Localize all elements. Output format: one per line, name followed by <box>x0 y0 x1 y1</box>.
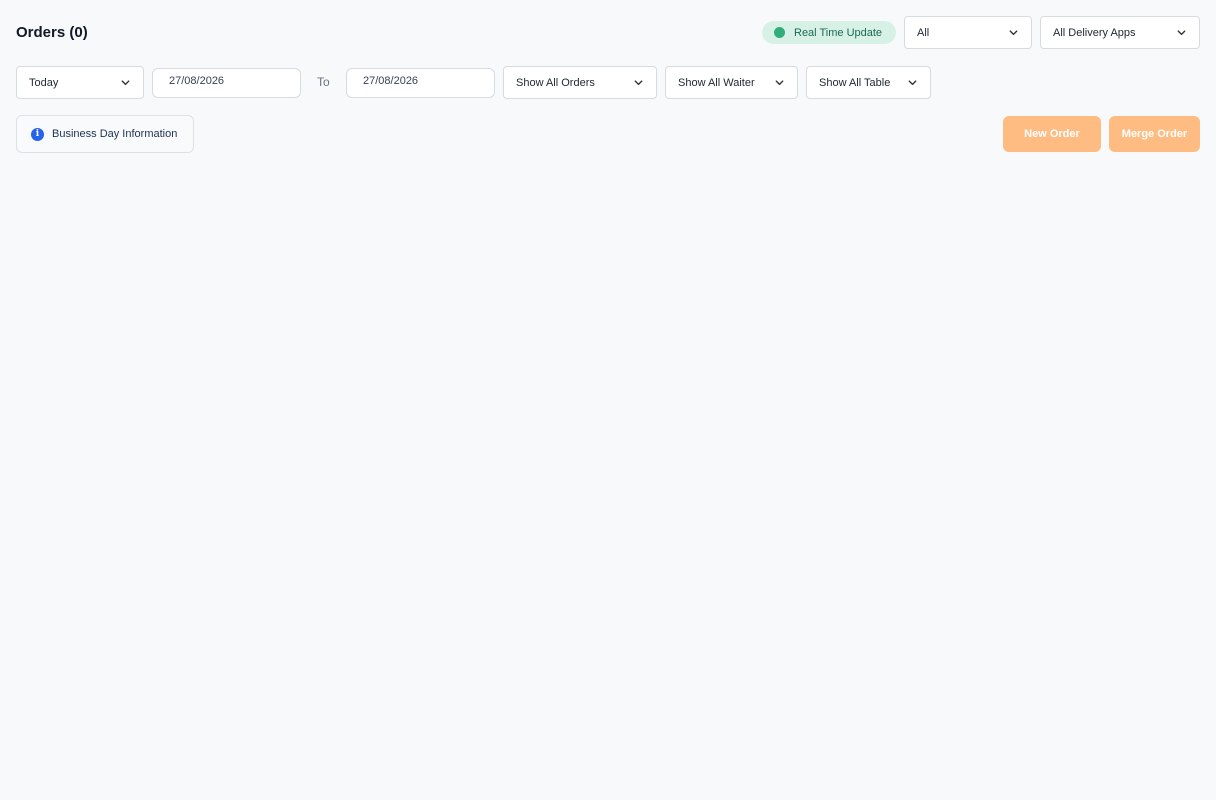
orders-page: Orders (0) Real Time Update All All Deli… <box>0 0 1216 800</box>
date-to-input[interactable] <box>363 75 473 87</box>
status-dot-icon <box>774 27 785 38</box>
status-filter-select[interactable]: All <box>904 16 1032 49</box>
status-filter-value: All <box>917 26 930 39</box>
business-day-info-label: Business Day Information <box>52 128 178 140</box>
table-filter-select[interactable]: Show All Table <box>806 66 931 99</box>
chevron-down-icon <box>908 80 917 86</box>
page-title: Orders (0) <box>16 24 88 41</box>
realtime-update-label: Real Time Update <box>794 26 883 39</box>
business-day-info-button[interactable]: i Business Day Information <box>16 115 194 153</box>
chevron-down-icon <box>121 80 130 86</box>
chevron-down-icon <box>1009 30 1018 36</box>
orders-filter-value: Show All Orders <box>516 76 595 89</box>
waiter-filter-value: Show All Waiter <box>678 76 755 89</box>
chevron-down-icon <box>634 80 643 86</box>
date-from-field[interactable] <box>152 68 301 98</box>
merge-order-button[interactable]: Merge Order <box>1109 116 1200 152</box>
period-value: Today <box>29 76 59 89</box>
new-order-button[interactable]: New Order <box>1003 116 1101 152</box>
delivery-apps-value: All Delivery Apps <box>1053 26 1136 39</box>
period-select[interactable]: Today <box>16 66 144 99</box>
date-range-to-label: To <box>317 75 330 89</box>
date-from-input[interactable] <box>169 75 279 87</box>
delivery-apps-select[interactable]: All Delivery Apps <box>1040 16 1200 49</box>
date-to-field[interactable] <box>346 68 495 98</box>
table-filter-value: Show All Table <box>819 76 891 89</box>
realtime-update-toggle[interactable]: Real Time Update <box>762 21 896 44</box>
orders-filter-select[interactable]: Show All Orders <box>503 66 657 99</box>
chevron-down-icon <box>1177 30 1186 36</box>
waiter-filter-select[interactable]: Show All Waiter <box>665 66 798 99</box>
info-icon: i <box>31 127 44 141</box>
chevron-down-icon <box>775 80 784 86</box>
